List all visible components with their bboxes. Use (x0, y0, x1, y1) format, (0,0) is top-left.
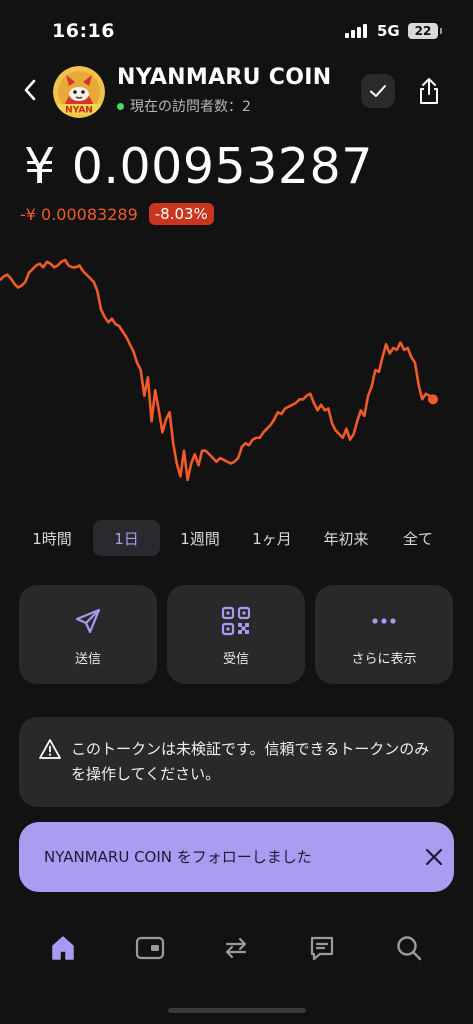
qr-code-icon (219, 604, 253, 638)
price-change-absolute: -¥ 0.00083289 (20, 204, 138, 224)
tab-all[interactable]: 全て (390, 520, 446, 556)
coin-logo-image: NYAN (53, 66, 105, 118)
search-icon (397, 936, 422, 961)
warning-text: このトークンは未検証です。信頼できるトークンのみを操作してください。 (71, 740, 430, 783)
tab-1-month[interactable]: 1ヶ月 (242, 520, 302, 556)
time-range-tabs: 1時間 1日 1週間 1ヶ月 年初来 全て (0, 520, 473, 556)
price-change: -¥ 0.00083289 -8.03% (20, 203, 214, 225)
back-button[interactable] (16, 76, 44, 104)
visitors-indicator: 現在の訪問者数：2 (117, 96, 251, 116)
send-button[interactable]: 送信 (19, 585, 157, 684)
price-change-percent-badge: -8.03% (148, 203, 214, 225)
coin-logo-text: NYAN (65, 106, 93, 116)
toast-message: NYANMARU COIN をフォローしました (44, 848, 312, 866)
follow-toast: NYANMARU COIN をフォローしました (19, 822, 454, 892)
more-button[interactable]: さらに表示 (315, 585, 453, 684)
status-bar: 16:16 5G 22 (0, 0, 473, 60)
visitors-label: 現在の訪問者数：2 (130, 99, 251, 115)
wallet-icon (135, 936, 165, 960)
home-icon (52, 936, 74, 960)
nav-wallet[interactable] (132, 930, 168, 966)
close-icon (425, 848, 443, 866)
receive-label: 受信 (222, 652, 249, 667)
nav-search[interactable] (391, 930, 427, 966)
send-icon (71, 604, 105, 638)
send-label: 送信 (74, 652, 101, 667)
current-price: ¥ 0.00953287 (24, 138, 373, 195)
home-indicator (168, 1008, 306, 1013)
follow-check-button[interactable] (361, 74, 395, 108)
coin-header: NYAN NYANMARU COIN 現在の訪問者数：2 (0, 60, 473, 124)
tab-1-week[interactable]: 1週間 (169, 520, 231, 556)
coin-name: NYANMARU COIN (117, 65, 332, 90)
share-icon (420, 78, 438, 104)
last-price-point (428, 394, 438, 405)
online-dot (117, 102, 124, 110)
nav-home[interactable] (45, 930, 81, 966)
chevron-left-icon (24, 79, 36, 101)
share-button[interactable] (413, 74, 445, 108)
action-buttons: 送信 受信 さらに表示 (0, 585, 473, 685)
battery-icon: 22 (408, 23, 438, 39)
more-label: さらに表示 (351, 652, 417, 667)
toast-close-button[interactable] (423, 846, 445, 868)
price-line (0, 258, 434, 482)
tab-1-hour[interactable]: 1時間 (22, 520, 82, 556)
check-icon (370, 85, 386, 97)
warning-icon (39, 739, 61, 759)
coin-logo: NYAN (53, 66, 105, 118)
receive-button[interactable]: 受信 (167, 585, 305, 684)
network-type: 5G (377, 22, 400, 40)
nav-swap[interactable] (218, 930, 254, 966)
tab-1-day[interactable]: 1日 (93, 520, 160, 556)
unverified-token-warning: このトークンは未検証です。信頼できるトークンのみを操作してください。 (19, 717, 454, 807)
bottom-nav (0, 920, 473, 976)
price-chart[interactable] (0, 240, 473, 500)
signal-icon (345, 24, 369, 38)
tab-ytd[interactable]: 年初来 (313, 520, 379, 556)
chat-icon (310, 936, 334, 961)
swap-icon (225, 937, 247, 959)
battery-tip (440, 28, 442, 34)
status-time: 16:16 (52, 20, 115, 42)
more-icon (367, 604, 401, 638)
nav-chat[interactable] (304, 930, 340, 966)
